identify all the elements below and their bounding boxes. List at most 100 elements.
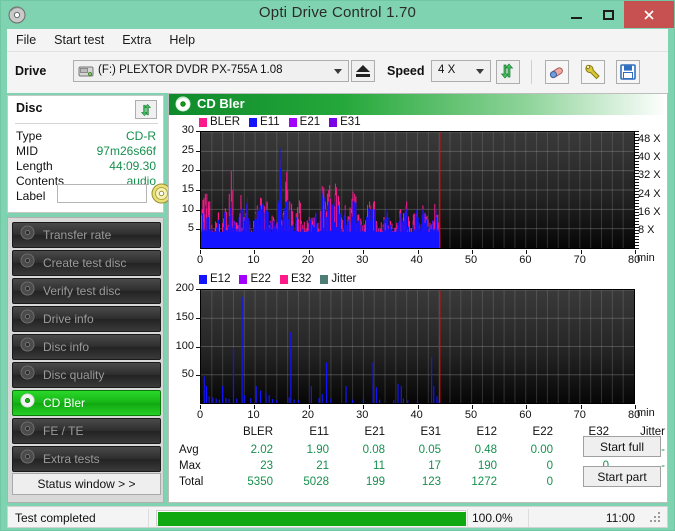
- stats-column-header: E12: [476, 426, 497, 438]
- status-window-button[interactable]: Status window > >: [12, 473, 161, 495]
- y-tick-mark: [196, 209, 200, 211]
- legend-item-e21: E21: [288, 116, 321, 128]
- chart-bottom-plot: [200, 289, 635, 404]
- menu-extra[interactable]: Extra: [113, 31, 160, 49]
- disc-label-input[interactable]: [57, 184, 147, 203]
- refresh-icon: [140, 103, 152, 117]
- x-tick-mark: [308, 405, 310, 409]
- x-tick-mark: [471, 250, 473, 254]
- sidebar-item-transfer-rate[interactable]: Transfer rate: [12, 222, 161, 248]
- start-full-button[interactable]: Start full: [583, 436, 661, 457]
- legend-item-e31: E31: [329, 116, 361, 128]
- stats-row-label: Total: [179, 476, 204, 488]
- speed-select[interactable]: 4 X: [431, 60, 491, 82]
- speed-tick-label: 48 X: [638, 133, 661, 146]
- save-button[interactable]: [616, 60, 640, 84]
- x-tick-mark: [363, 405, 365, 409]
- sidebar-item-cd-bler[interactable]: CD Bler: [12, 390, 161, 416]
- stats-cell: 0: [546, 460, 553, 472]
- stats-cell: 5350: [247, 476, 273, 488]
- close-button[interactable]: [624, 1, 674, 28]
- disc-row-mid: MID 97m26s66f: [16, 144, 158, 158]
- disc-icon: [175, 96, 191, 112]
- x-tick-label: 30: [356, 254, 369, 266]
- chart-bottom-xunit: min: [637, 407, 655, 419]
- minimize-button[interactable]: [560, 1, 592, 28]
- x-tick-mark: [417, 250, 419, 254]
- stats-column-header: BLER: [242, 426, 273, 438]
- sidebar-item-extra-tests[interactable]: Extra tests: [12, 446, 161, 472]
- x-tick-mark: [200, 250, 201, 254]
- stats-row-label: Max: [179, 460, 201, 472]
- y-tick-label: 5: [187, 222, 194, 235]
- eject-button[interactable]: [351, 60, 375, 82]
- sidebar-item-fe-te[interactable]: FE / TE: [12, 418, 161, 444]
- disc-refresh-button[interactable]: [135, 100, 157, 119]
- chevron-down-icon: [476, 69, 484, 74]
- legend-swatch: [288, 117, 297, 127]
- sidebar-item-label: Disc quality: [43, 368, 105, 382]
- sidebar-item-disc-info[interactable]: Disc info: [12, 334, 161, 360]
- y-tick-label: 100: [175, 339, 194, 352]
- resize-grip[interactable]: [650, 512, 662, 524]
- toolbar-separator: [531, 60, 532, 84]
- disc-write-icon: [20, 253, 38, 273]
- divider: [15, 123, 158, 124]
- speed-tick-label: 8 X: [638, 223, 655, 236]
- x-tick-label: 0: [197, 254, 204, 266]
- drive-select[interactable]: (F:) PLEXTOR DVDR PX-755A 1.08: [73, 60, 349, 82]
- menu-start-test[interactable]: Start test: [45, 31, 113, 49]
- speed-tick-label: 32 X: [638, 169, 661, 182]
- sidebar-item-label: Create test disc: [43, 256, 127, 270]
- sidebar-item-disc-quality[interactable]: Disc quality: [12, 362, 161, 388]
- legend-label: BLER: [210, 116, 241, 128]
- stats-column-header: E22: [532, 426, 553, 438]
- stats-cell: 23: [260, 460, 273, 472]
- y-tick-mark: [196, 289, 200, 290]
- panel-header: CD Bler: [169, 94, 667, 115]
- app-window: Opti Drive Control 1.70 File Start test …: [0, 0, 675, 531]
- chart-top: BLER E11 E21 E31 5 10 15 20 25 30 0 10 2…: [169, 115, 667, 266]
- progress-fill: [158, 512, 466, 526]
- y-tick-mark: [196, 190, 200, 191]
- refresh-button[interactable]: [496, 60, 520, 84]
- x-tick-mark: [635, 405, 636, 409]
- maximize-button[interactable]: [592, 1, 624, 28]
- elapsed-time: 11:00: [605, 511, 635, 525]
- y-tick-mark: [196, 375, 200, 377]
- sidebar: Transfer rate Create test disc Verify te…: [7, 217, 164, 503]
- start-part-button[interactable]: Start part: [583, 466, 661, 487]
- stats-cell: 190: [477, 460, 497, 472]
- menu-file[interactable]: File: [7, 31, 45, 49]
- x-tick-mark: [254, 405, 256, 409]
- legend-item-e12: E12: [199, 273, 230, 285]
- legend-item-e32: E32: [279, 273, 311, 285]
- legend-swatch: [249, 117, 258, 127]
- x-tick-mark: [417, 405, 419, 409]
- x-tick-label: 60: [519, 409, 532, 421]
- y-tick-label: 15: [181, 183, 194, 195]
- sidebar-item-drive-info[interactable]: Drive info: [12, 306, 161, 332]
- y-tick-label: 30: [181, 124, 194, 136]
- sidebar-item-verify-test-disc[interactable]: Verify test disc: [12, 278, 161, 304]
- disc-key: Length: [16, 159, 53, 173]
- x-tick-label: 50: [464, 409, 478, 421]
- menu-help[interactable]: Help: [160, 31, 204, 49]
- stats-cell: 0.05: [418, 444, 441, 456]
- eraser-button[interactable]: [545, 60, 569, 84]
- legend-label: E21: [299, 116, 321, 128]
- x-tick-mark: [471, 405, 473, 409]
- sidebar-item-create-test-disc[interactable]: Create test disc: [12, 250, 161, 276]
- stats-column-header: E11: [309, 426, 329, 438]
- stats-cell: 0.00: [530, 444, 553, 456]
- x-tick-mark: [635, 250, 636, 254]
- progress-percent: 100.0%: [472, 511, 513, 525]
- legend-swatch: [239, 274, 248, 284]
- disc-info-icon: [20, 337, 38, 357]
- wrench-button[interactable]: [581, 60, 605, 84]
- y-tick-label: 150: [175, 310, 194, 323]
- x-tick-mark: [526, 405, 528, 409]
- stats-cell: 11: [373, 460, 385, 472]
- stats-column-header: E31: [420, 426, 441, 438]
- stats-cell: 1272: [471, 476, 497, 488]
